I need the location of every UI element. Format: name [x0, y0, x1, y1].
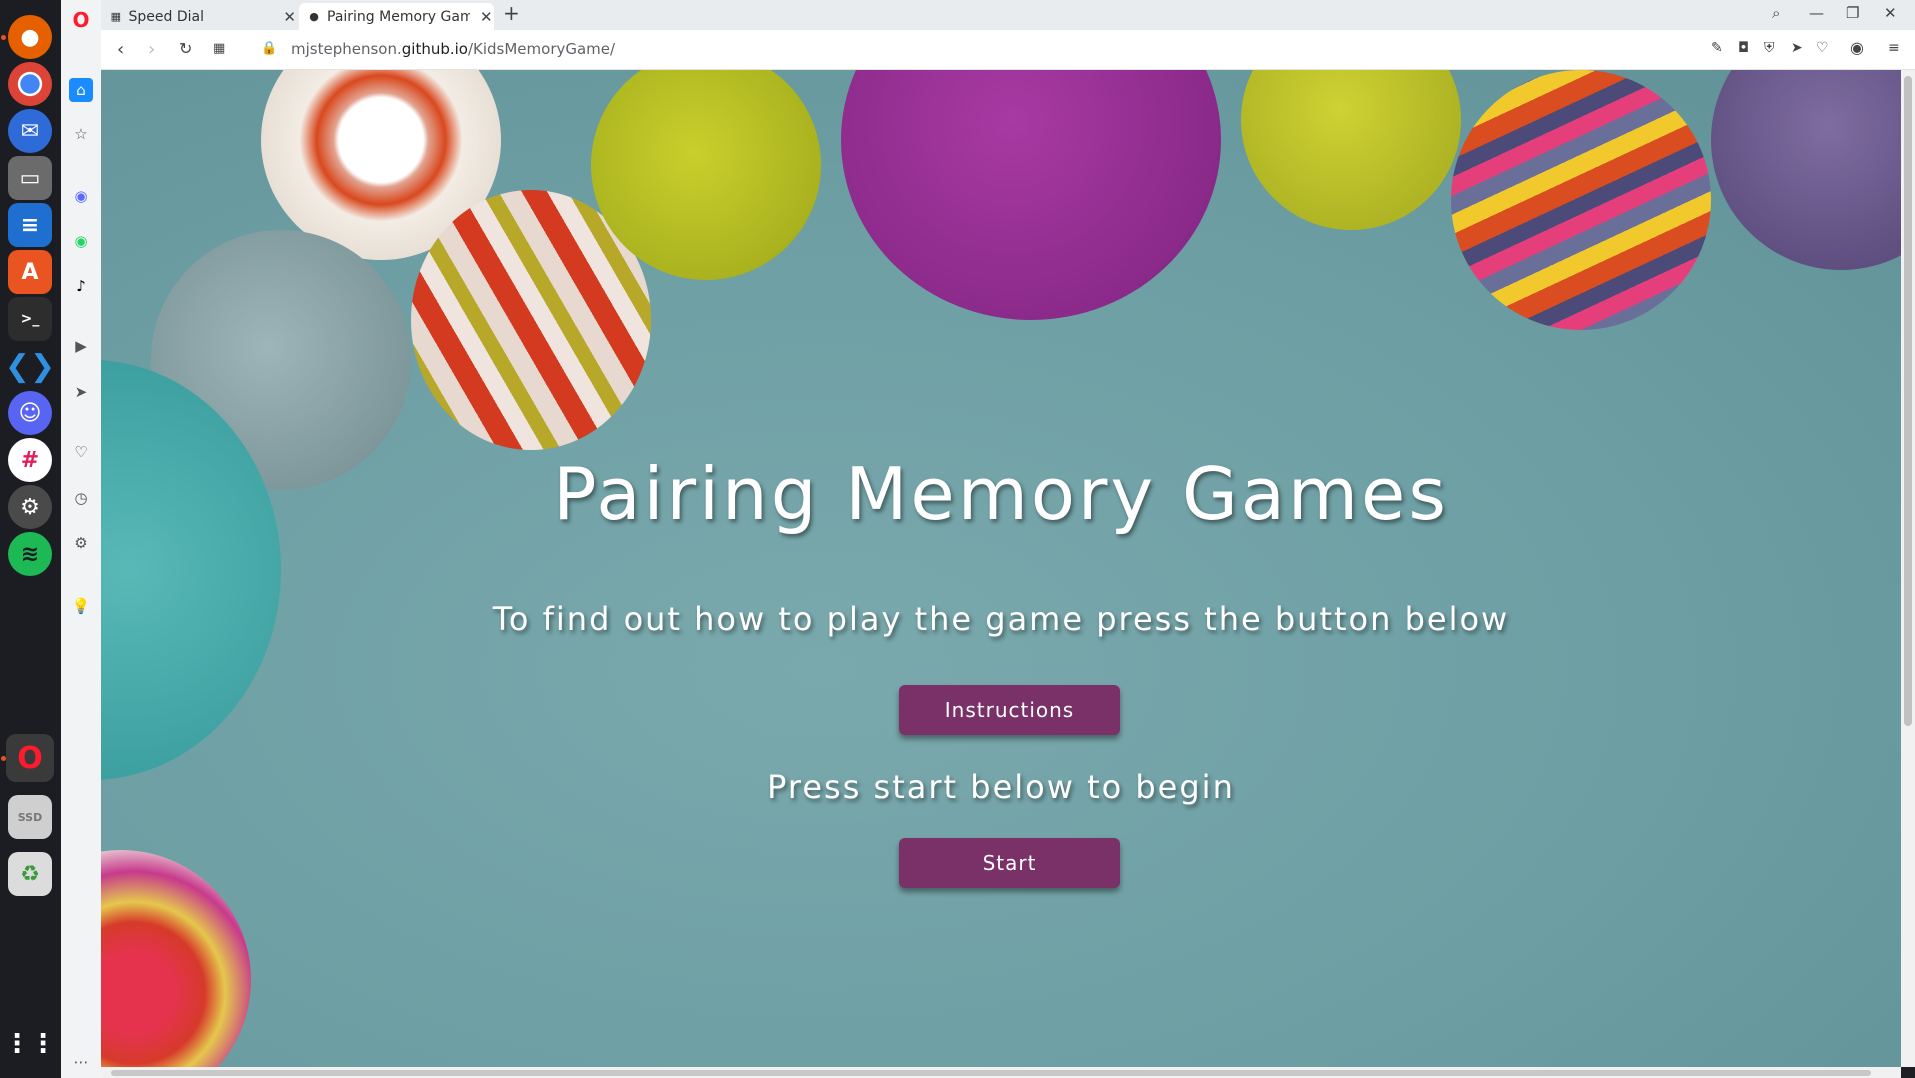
send-icon[interactable]: ➤	[69, 380, 93, 404]
opera-sidebar: O ⌂ ☆ ◉ ◉ ♪ ▶ ➤ ♡ ◷ ⚙ 💡 ⋯	[61, 0, 102, 1078]
reload-icon[interactable]: ↻	[179, 39, 192, 58]
opera-menu-icon[interactable]: O	[69, 8, 93, 32]
game-favicon: ●	[309, 10, 319, 23]
software-icon[interactable]: A	[8, 250, 52, 294]
tab-grid-icon[interactable]: ▦	[213, 41, 225, 56]
terminal-icon[interactable]: >_	[8, 297, 52, 341]
tips-icon[interactable]: 💡	[69, 594, 93, 618]
instructions-button[interactable]: Instructions	[899, 685, 1120, 735]
scrollbar-thumb[interactable]	[1904, 76, 1912, 726]
tiktok-icon[interactable]: ♪	[69, 274, 93, 298]
edit-icon[interactable]: ✎	[1711, 40, 1723, 56]
address-bar: ‹ › ↻ ▦ 🔒 mjstephenson.github.io/KidsMem…	[101, 30, 1915, 70]
forward-icon[interactable]: ›	[148, 39, 155, 60]
pinboard-icon[interactable]: ☆	[69, 122, 93, 146]
running-indicator	[1, 756, 6, 761]
camera-icon[interactable]: ◘	[1738, 40, 1749, 56]
easy-setup-icon[interactable]: ≡	[1888, 40, 1900, 56]
felt-ball-decoration	[101, 850, 251, 1067]
page-title: Pairing Memory Games	[553, 452, 1449, 536]
slack-icon[interactable]: #	[8, 438, 52, 482]
messenger-icon[interactable]: ◉	[69, 184, 93, 208]
trash-icon[interactable]: ♻	[8, 852, 52, 896]
home-icon[interactable]: ⌂	[69, 78, 93, 102]
minimize-icon[interactable]: —	[1809, 4, 1824, 22]
vertical-scrollbar[interactable]	[1901, 70, 1915, 1067]
felt-ball-decoration	[841, 70, 1221, 320]
instructions-prompt: To find out how to play the game press t…	[492, 600, 1510, 638]
search-icon[interactable]: ⌕	[1772, 4, 1780, 22]
settings-gear-icon[interactable]: ⚙	[69, 531, 93, 555]
felt-ball-decoration	[1451, 70, 1711, 330]
back-icon[interactable]: ‹	[117, 39, 124, 60]
tab-bar: ▦ Speed Dial ✕ ● Pairing Memory Gam ✕ + …	[101, 0, 1915, 30]
writer-icon[interactable]: ≡	[8, 203, 52, 247]
ssd-label: SSD	[17, 810, 43, 824]
shield-icon[interactable]: ⛨	[1764, 40, 1775, 56]
url-field[interactable]: mjstephenson.github.io/KidsMemoryGame/	[291, 40, 615, 58]
settings-icon[interactable]: ⚙	[8, 485, 52, 529]
files-icon[interactable]: ▭	[8, 156, 52, 200]
tab-speed-dial[interactable]: ▦ Speed Dial ✕	[101, 3, 296, 30]
spotify-icon[interactable]: ≋	[8, 532, 52, 576]
start-button[interactable]: Start	[899, 838, 1120, 888]
discord-icon[interactable]: ☺	[8, 391, 52, 435]
horizontal-scrollbar[interactable]	[101, 1067, 1901, 1078]
show-apps-icon[interactable]: ⋮⋮	[4, 1022, 56, 1066]
opera-icon[interactable]: O	[6, 734, 54, 782]
running-indicator	[1, 35, 6, 40]
whatsapp-icon[interactable]: ◉	[69, 229, 93, 253]
restore-icon[interactable]: ❐	[1846, 4, 1859, 22]
more-icon[interactable]: ⋯	[69, 1050, 93, 1074]
felt-ball-decoration	[1241, 70, 1461, 230]
url-path: /KidsMemoryGame/	[467, 40, 616, 58]
tab-label: Speed Dial	[128, 8, 205, 25]
firefox-icon[interactable]: ●	[8, 15, 52, 59]
url-host: github.io	[401, 40, 468, 58]
history-icon[interactable]: ◷	[69, 486, 93, 510]
close-icon[interactable]: ✕	[283, 8, 296, 26]
start-prompt: Press start below to begin	[767, 768, 1235, 806]
url-prefix: mjstephenson.	[291, 40, 402, 58]
new-tab-icon[interactable]: +	[503, 1, 520, 25]
close-icon[interactable]: ✕	[480, 8, 493, 26]
scrollbar-thumb[interactable]	[111, 1070, 1871, 1076]
page-viewport: Pairing Memory Games To find out how to …	[101, 70, 1901, 1067]
bookmarks-icon[interactable]: ♡	[69, 440, 93, 464]
chrome-icon[interactable]	[8, 62, 52, 106]
profile-icon[interactable]: ◉	[1850, 38, 1864, 57]
send-page-icon[interactable]: ➤	[1791, 40, 1803, 56]
tab-pairing-memory-game[interactable]: ● Pairing Memory Gam ✕	[299, 3, 494, 30]
player-icon[interactable]: ▶	[69, 334, 93, 358]
window-close-icon[interactable]: ✕	[1884, 4, 1897, 22]
tab-label: Pairing Memory Gam	[327, 8, 470, 25]
heart-icon[interactable]: ♡	[1816, 40, 1829, 56]
speed-dial-icon: ▦	[110, 10, 121, 23]
thunderbird-icon[interactable]: ✉	[8, 109, 52, 153]
vscode-icon[interactable]: ❮❯	[5, 344, 55, 388]
felt-ball-decoration	[1711, 70, 1901, 270]
lock-icon: 🔒	[261, 41, 278, 56]
ubuntu-dock: ● ✉ ▭ ≡ A >_ ❮❯ ☺ # ⚙ ≋ O SSD ♻ ⋮⋮	[0, 0, 61, 1078]
ssd-icon[interactable]: SSD	[8, 795, 52, 839]
